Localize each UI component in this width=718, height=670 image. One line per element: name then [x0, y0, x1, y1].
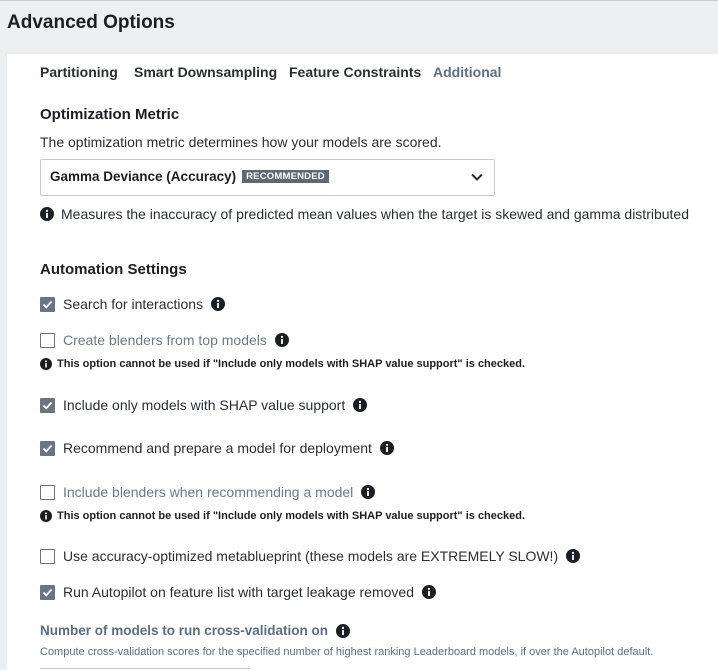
note-text: This option cannot be used if "Include o… — [57, 358, 526, 370]
cross-validation-description: Compute cross-validation scores for the … — [40, 646, 654, 658]
option-include-blenders[interactable]: Include blenders when recommending a mod… — [40, 483, 376, 501]
info-icon[interactable] — [274, 333, 289, 347]
automation-settings-heading: Automation Settings — [40, 261, 187, 278]
recommended-badge: RECOMMENDED — [242, 170, 329, 183]
info-icon[interactable] — [211, 297, 226, 311]
note-text: This option cannot be used if "Include o… — [57, 510, 526, 522]
checkbox-create-blenders[interactable] — [40, 332, 55, 348]
option-label: Use accuracy-optimized metablueprint (th… — [63, 548, 559, 564]
option-label: Recommend and prepare a model for deploy… — [63, 440, 372, 456]
option-label: Include blenders when recommending a mod… — [63, 484, 354, 500]
info-icon[interactable] — [421, 585, 436, 599]
check-icon — [42, 588, 53, 597]
metric-info-text: Measures the inaccuracy of predicted mea… — [61, 206, 690, 222]
option-recommend-deploy[interactable]: Recommend and prepare a model for deploy… — [40, 439, 394, 457]
info-icon — [40, 510, 52, 522]
checkbox-recommend-deploy[interactable] — [40, 440, 55, 456]
create-blenders-note: This option cannot be used if "Include o… — [40, 358, 525, 370]
optimization-metric-select[interactable]: Gamma Deviance (Accuracy) RECOMMENDED — [40, 159, 495, 196]
option-leakage-removed[interactable]: Run Autopilot on feature list with targe… — [40, 583, 436, 601]
top-divider — [0, 0, 718, 1]
info-icon[interactable] — [379, 441, 394, 455]
option-label: Include only models with SHAP value supp… — [63, 397, 346, 413]
option-accuracy-metablueprint[interactable]: Use accuracy-optimized metablueprint (th… — [40, 547, 581, 565]
option-label: Search for interactions — [63, 296, 204, 312]
include-blenders-note: This option cannot be used if "Include o… — [40, 510, 525, 522]
option-label: Run Autopilot on feature list with targe… — [63, 584, 414, 600]
checkbox-search-interactions[interactable] — [40, 296, 55, 312]
tab-additional[interactable]: Additional — [433, 64, 501, 80]
info-icon[interactable] — [361, 485, 376, 499]
cross-validation-input-edge[interactable] — [40, 668, 250, 669]
metric-info: Measures the inaccuracy of predicted mea… — [40, 206, 689, 222]
select-value: Gamma Deviance (Accuracy) RECOMMENDED — [50, 169, 329, 184]
optimization-metric-heading: Optimization Metric — [40, 106, 180, 123]
cross-validation-heading: Number of models to run cross-validation… — [40, 623, 351, 638]
checkbox-leakage-removed[interactable] — [40, 584, 55, 600]
tab-partitioning[interactable]: Partitioning — [40, 64, 118, 80]
info-icon[interactable] — [353, 398, 368, 412]
optimization-metric-description: The optimization metric determines how y… — [40, 134, 442, 150]
tab-smart-downsampling[interactable]: Smart Downsampling — [134, 64, 277, 80]
info-icon[interactable] — [336, 623, 351, 638]
tab-feature-constraints[interactable]: Feature Constraints — [289, 64, 421, 80]
checkbox-include-blenders[interactable] — [40, 484, 55, 500]
chevron-down-icon — [471, 173, 483, 181]
check-icon — [42, 300, 53, 309]
info-icon — [40, 358, 52, 370]
info-icon[interactable] — [566, 549, 581, 563]
checkbox-accuracy-metablueprint[interactable] — [40, 548, 55, 564]
option-create-blenders[interactable]: Create blenders from top models — [40, 331, 289, 349]
option-search-interactions[interactable]: Search for interactions — [40, 295, 226, 313]
cross-validation-heading-text: Number of models to run cross-validation… — [40, 623, 329, 638]
check-icon — [42, 444, 53, 453]
page-title: Advanced Options — [7, 12, 175, 33]
info-icon — [40, 207, 54, 221]
checkbox-shap-only[interactable] — [40, 397, 55, 413]
option-label: Create blenders from top models — [63, 332, 267, 348]
selected-metric: Gamma Deviance (Accuracy) — [50, 169, 237, 184]
check-icon — [42, 401, 53, 410]
option-shap-only[interactable]: Include only models with SHAP value supp… — [40, 396, 368, 414]
